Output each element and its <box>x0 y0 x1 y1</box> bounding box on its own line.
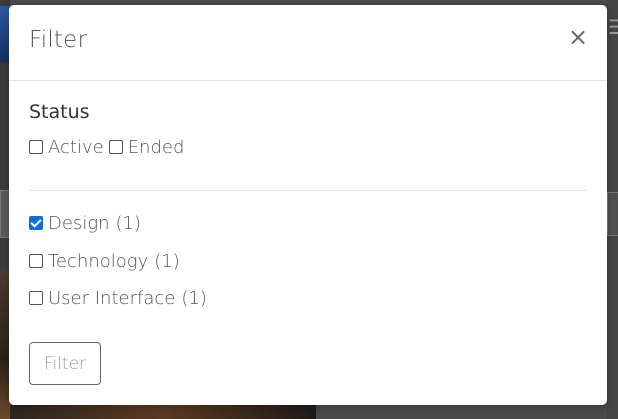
close-button[interactable]: × <box>566 23 590 51</box>
category-label: Design <box>48 212 110 234</box>
category-label: User Interface <box>48 287 176 309</box>
modal-title: Filter <box>29 27 88 53</box>
background-search-field <box>607 192 618 236</box>
status-option-ended[interactable]: Ended <box>108 136 185 158</box>
design-checkbox[interactable] <box>29 216 43 230</box>
category-count: (1) <box>154 250 180 272</box>
status-heading: Status <box>29 101 90 123</box>
status-options: Active Ended <box>29 135 184 159</box>
technology-checkbox[interactable] <box>29 254 43 268</box>
filter-button[interactable]: Filter <box>29 342 101 385</box>
active-label: Active <box>48 136 104 158</box>
category-user-interface[interactable]: User Interface (1) <box>29 286 207 310</box>
category-label: Technology <box>48 250 149 272</box>
background-photo-bottom <box>10 405 316 419</box>
ended-label: Ended <box>127 136 185 158</box>
category-count: (1) <box>115 212 142 234</box>
ended-checkbox[interactable] <box>108 140 123 154</box>
section-divider <box>29 190 587 191</box>
close-icon: × <box>567 23 589 51</box>
category-design[interactable]: Design (1) <box>29 211 141 235</box>
filter-modal: Filter × Status Active Ended Design (1) … <box>9 5 607 405</box>
menu-icon: ☰ <box>608 15 618 39</box>
category-count: (1) <box>181 287 207 309</box>
modal-header: Filter × <box>9 5 607 81</box>
status-option-active[interactable]: Active <box>29 137 104 158</box>
category-technology[interactable]: Technology (1) <box>29 249 180 273</box>
active-checkbox[interactable] <box>29 140 43 154</box>
user-interface-checkbox[interactable] <box>29 291 43 305</box>
